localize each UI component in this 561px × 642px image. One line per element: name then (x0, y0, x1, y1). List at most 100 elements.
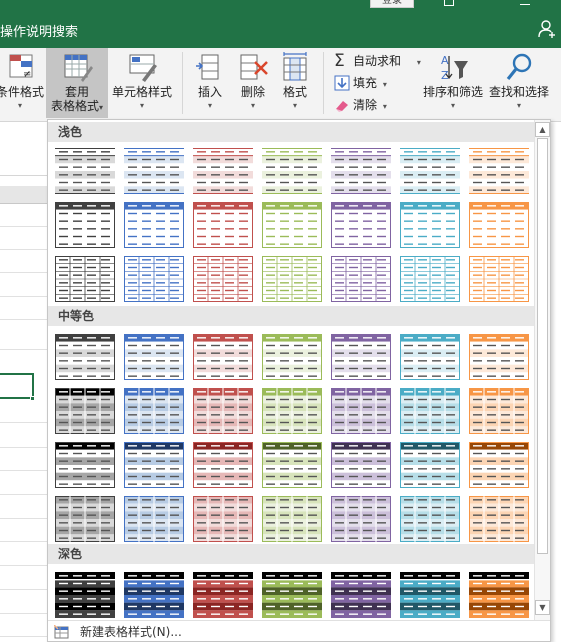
new-table-style-item[interactable]: 新建表格样式(N)... (54, 624, 182, 640)
table-style-dark-6[interactable] (397, 568, 466, 622)
table-style-thumbnail-icon (55, 148, 115, 194)
format-as-table-icon (64, 54, 93, 82)
table-style-light-2[interactable] (121, 144, 190, 198)
conditional-format-button[interactable]: ≠ 条件格式 ▾ (0, 48, 46, 118)
login-button[interactable]: 登录 (370, 0, 414, 8)
table-style-light-12[interactable] (328, 198, 397, 252)
table-style-medium-26[interactable] (328, 492, 397, 546)
table-style-thumbnail-icon (262, 256, 322, 302)
table-style-dark-3[interactable] (190, 568, 259, 622)
table-style-thumbnail-icon (55, 202, 115, 248)
table-style-light-11[interactable] (259, 198, 328, 252)
table-style-medium-7[interactable] (466, 330, 535, 384)
clear-button[interactable]: 清除 ▾ (334, 96, 387, 114)
minimize-window-icon[interactable] (520, 4, 530, 5)
magnifier-icon (506, 53, 532, 80)
table-style-medium-19[interactable] (328, 438, 397, 492)
table-style-medium-25[interactable] (259, 492, 328, 546)
restore-window-icon[interactable] (444, 0, 454, 6)
table-style-light-8[interactable] (52, 198, 121, 252)
ribbon-divider (182, 52, 183, 114)
table-style-medium-22[interactable] (52, 492, 121, 546)
table-style-thumbnail-icon (193, 496, 253, 542)
table-style-light-5[interactable] (328, 144, 397, 198)
format-cells-button[interactable]: 格式 ▾ (276, 48, 314, 118)
table-style-medium-5[interactable] (328, 330, 397, 384)
table-style-medium-6[interactable] (397, 330, 466, 384)
scroll-thumb[interactable] (537, 138, 548, 554)
table-style-medium-17[interactable] (190, 438, 259, 492)
table-style-medium-2[interactable] (121, 330, 190, 384)
table-style-thumbnail-icon (193, 388, 253, 434)
table-style-dark-4[interactable] (259, 568, 328, 622)
table-style-medium-8[interactable] (52, 384, 121, 438)
table-style-medium-9[interactable] (121, 384, 190, 438)
find-select-button[interactable]: 查找和选择 ▾ (486, 48, 552, 118)
autosum-button[interactable]: Σ 自动求和 ▾ (334, 52, 421, 70)
table-style-medium-20[interactable] (397, 438, 466, 492)
table-style-medium-21[interactable] (466, 438, 535, 492)
delete-cells-icon (240, 54, 268, 80)
table-style-thumbnail-icon (262, 442, 322, 488)
grid-line (0, 541, 48, 542)
scroll-up-button[interactable]: ▲ (535, 122, 550, 137)
table-style-medium-16[interactable] (121, 438, 190, 492)
share-user-icon[interactable] (538, 19, 556, 39)
table-style-light-7[interactable] (466, 144, 535, 198)
table-style-medium-13[interactable] (397, 384, 466, 438)
medium-styles-grid (52, 330, 536, 546)
table-style-dark-2[interactable] (121, 568, 190, 622)
column-header (0, 186, 48, 204)
table-style-medium-3[interactable] (190, 330, 259, 384)
format-as-table-button[interactable]: 套用 表格格式▾ (46, 48, 108, 118)
fill-button[interactable]: 填充 ▾ (334, 74, 387, 92)
sigma-icon: Σ (334, 50, 345, 71)
table-style-light-6[interactable] (397, 144, 466, 198)
ribbon: ≠ 条件格式 ▾ 套用 表格格式▾ 单元格样式 ▾ 插入 ▾ 删除 ▾ 格式 ▾… (0, 48, 561, 122)
table-style-medium-1[interactable] (52, 330, 121, 384)
table-style-light-20[interactable] (397, 252, 466, 306)
table-style-medium-24[interactable] (190, 492, 259, 546)
table-style-light-18[interactable] (259, 252, 328, 306)
delete-cells-button[interactable]: 删除 ▾ (233, 48, 273, 118)
fill-handle[interactable] (30, 396, 35, 401)
table-style-medium-4[interactable] (259, 330, 328, 384)
cell-styles-button[interactable]: 单元格样式 ▾ (110, 48, 174, 118)
formula-bar[interactable] (0, 148, 48, 176)
scroll-down-button[interactable]: ▼ (535, 600, 550, 615)
gallery-scrollbar[interactable]: ▲ ▼ (534, 120, 550, 620)
table-style-light-15[interactable] (52, 252, 121, 306)
table-style-dark-1[interactable] (52, 568, 121, 622)
table-style-light-9[interactable] (121, 198, 190, 252)
selected-cell[interactable] (0, 373, 34, 399)
table-style-light-13[interactable] (397, 198, 466, 252)
tell-me-bar: 操作说明搜索 (0, 10, 561, 48)
table-style-medium-10[interactable] (190, 384, 259, 438)
table-style-light-16[interactable] (121, 252, 190, 306)
table-style-light-21[interactable] (466, 252, 535, 306)
tell-me-search[interactable]: 操作说明搜索 (0, 21, 78, 40)
table-style-medium-18[interactable] (259, 438, 328, 492)
table-style-light-1[interactable] (52, 144, 121, 198)
table-style-light-17[interactable] (190, 252, 259, 306)
format-cells-icon (283, 52, 307, 81)
table-style-medium-27[interactable] (397, 492, 466, 546)
table-style-medium-11[interactable] (259, 384, 328, 438)
table-style-light-19[interactable] (328, 252, 397, 306)
table-style-dark-7[interactable] (466, 568, 535, 622)
table-style-light-4[interactable] (259, 144, 328, 198)
table-style-medium-12[interactable] (328, 384, 397, 438)
table-style-light-10[interactable] (190, 198, 259, 252)
table-style-light-14[interactable] (466, 198, 535, 252)
table-style-medium-23[interactable] (121, 492, 190, 546)
insert-cells-button[interactable]: 插入 ▾ (191, 48, 229, 118)
table-style-light-3[interactable] (190, 144, 259, 198)
table-style-medium-28[interactable] (466, 492, 535, 546)
table-style-thumbnail-icon (331, 572, 391, 618)
chevron-down-icon: ▾ (382, 102, 387, 111)
table-style-medium-15[interactable] (52, 438, 121, 492)
table-style-medium-14[interactable] (466, 384, 535, 438)
table-style-thumbnail-icon (469, 496, 529, 542)
table-style-dark-5[interactable] (328, 568, 397, 622)
sort-filter-button[interactable]: A Z 排序和筛选 ▾ (420, 48, 486, 118)
